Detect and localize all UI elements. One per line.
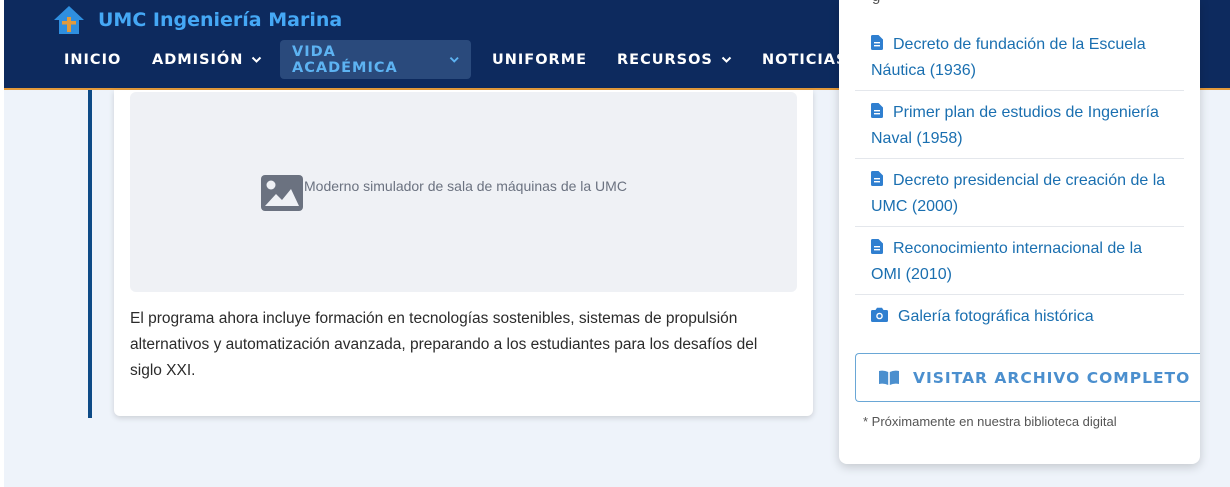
cut-off-text: g <box>872 0 880 5</box>
file-icon <box>871 35 883 50</box>
chevron-down-icon <box>449 56 459 63</box>
archive-button-label: VISITAR ARCHIVO COMPLETO <box>913 368 1191 387</box>
nav-label: INICIO <box>64 51 122 68</box>
document-link[interactable]: Decreto presidencial de creación de la U… <box>855 159 1184 227</box>
gallery-link[interactable]: Galería fotográfica histórica <box>855 295 1184 345</box>
nav-label: RECURSOS <box>617 51 713 68</box>
nav-label: NOTICIAS <box>762 51 848 68</box>
nav-uniforme[interactable]: UNIFORME <box>492 40 587 79</box>
document-link[interactable]: Reconocimiento internacional de la OMI (… <box>855 227 1184 295</box>
document-label: Primer plan de estudios de Ingeniería Na… <box>871 104 1159 147</box>
book-icon <box>879 370 899 385</box>
brand[interactable]: UMC Ingeniería Marina <box>52 4 342 36</box>
nav-label: ADMISIÓN <box>152 51 244 68</box>
nav-label: VIDA ACADÉMICA <box>292 43 398 76</box>
visit-archive-button[interactable]: VISITAR ARCHIVO COMPLETO <box>855 353 1200 402</box>
image-icon <box>261 175 303 211</box>
camera-icon <box>871 307 888 322</box>
file-icon <box>871 171 883 186</box>
file-icon <box>871 103 883 118</box>
nav-label: UNIFORME <box>492 51 588 68</box>
document-label: Galería fotográfica histórica <box>898 308 1094 325</box>
document-label: Decreto de fundación de la Escuela Náuti… <box>871 36 1146 79</box>
document-label: Decreto presidencial de creación de la U… <box>871 172 1166 215</box>
nav-admision[interactable]: ADMISIÓN <box>152 40 262 79</box>
site-title: UMC Ingeniería Marina <box>98 9 343 31</box>
document-link[interactable]: Decreto de fundación de la Escuela Náuti… <box>855 23 1184 91</box>
chevron-down-icon <box>252 56 262 63</box>
nav-inicio[interactable]: INICIO <box>64 40 121 79</box>
file-icon <box>871 239 883 254</box>
document-label: Reconocimiento internacional de la OMI (… <box>871 240 1143 283</box>
content-card: Moderno simulador de sala de máquinas de… <box>114 90 813 416</box>
home-anchor-icon <box>54 6 84 34</box>
panel-note: * Próximamente en nuestra biblioteca dig… <box>863 414 1117 429</box>
document-link[interactable]: Primer plan de estudios de Ingeniería Na… <box>855 91 1184 159</box>
nav-recursos[interactable]: RECURSOS <box>617 40 732 79</box>
nav-noticias[interactable]: NOTICIAS <box>762 40 847 79</box>
nav-vida-academica[interactable]: VIDA ACADÉMICA <box>280 40 471 79</box>
timeline-accent-bar <box>88 90 92 418</box>
archive-dropdown-panel: g Decreto de fundación de la Escuela Náu… <box>839 0 1200 464</box>
image-placeholder: Moderno simulador de sala de máquinas de… <box>130 92 797 292</box>
content-paragraph: El programa ahora incluye formación en t… <box>130 310 758 379</box>
chevron-down-icon <box>721 56 732 63</box>
document-list: Decreto de fundación de la Escuela Náuti… <box>855 23 1184 345</box>
image-caption: Moderno simulador de sala de máquinas de… <box>304 178 627 194</box>
